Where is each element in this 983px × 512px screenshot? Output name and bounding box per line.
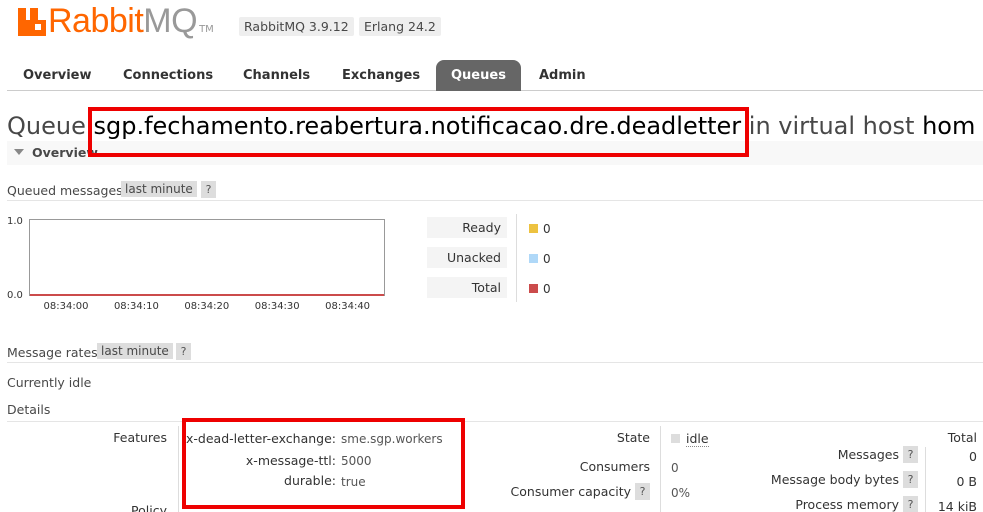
state-label: State — [616, 430, 650, 445]
consumer-capacity-help[interactable]: ? — [635, 483, 650, 500]
title-mid: in virtual host — [741, 112, 923, 140]
stat-process-memory-value: 14 kiB — [937, 499, 977, 512]
chart-ytick: 0.0 — [7, 290, 23, 301]
stat-process-memory-label: Process memory — [795, 497, 899, 512]
total-swatch — [529, 284, 538, 293]
message-rates-status: Currently idle — [7, 375, 92, 390]
ready-swatch — [529, 224, 538, 233]
stat-process-memory-help[interactable]: ? — [903, 496, 918, 512]
queued-messages-chart: 1.0 0.0 08:34:00 08:34:10 08:34:20 08:34:30… — [7, 216, 385, 312]
highlight-box-queue-name — [88, 107, 749, 157]
stat-body-bytes-value: 0 B — [956, 474, 977, 489]
divider — [7, 421, 983, 422]
stat-body-bytes-help[interactable]: ? — [903, 471, 918, 488]
queued-messages-help[interactable]: ? — [201, 181, 216, 198]
divider — [7, 362, 983, 363]
chart-ytick: 1.0 — [7, 216, 23, 227]
chart-plot-area — [29, 219, 385, 296]
legend-separator — [516, 214, 517, 302]
tab-queues[interactable]: Queues — [436, 60, 521, 91]
stat-body-bytes-label: Message body bytes — [770, 472, 899, 487]
state-indicator-icon — [671, 434, 680, 443]
consumer-capacity-value: 0% — [671, 486, 691, 500]
policy-label: Policy — [131, 503, 167, 512]
main-nav-tabs: Overview Connections Channels Exchanges … — [7, 60, 983, 91]
ready-value: 0 — [543, 222, 551, 236]
rabbit-logo-icon — [18, 8, 46, 36]
total-value: 0 — [543, 282, 551, 296]
rabbitmq-version-badge: RabbitMQ 3.9.12 — [239, 17, 354, 36]
tab-exchanges[interactable]: Exchanges — [327, 60, 435, 91]
highlight-box-features — [182, 418, 465, 509]
vhost-name: hom — [922, 112, 976, 140]
tab-admin[interactable]: Admin — [524, 60, 601, 91]
queued-messages-range[interactable]: last minute — [121, 181, 197, 197]
tab-channels[interactable]: Channels — [228, 60, 325, 91]
divider — [7, 200, 983, 201]
features-label: Features — [113, 430, 167, 445]
legend-ready: Ready — [427, 217, 507, 238]
chart-xticks-group: 08:34:00 08:34:10 08:34:20 08:34:30 08:34:40 — [44, 301, 371, 312]
collapse-triangle-icon — [14, 149, 24, 155]
consumers-value: 0 — [671, 461, 679, 475]
stat-messages-label: Messages — [837, 447, 899, 462]
title-prefix: Queue — [7, 112, 94, 140]
total-column-header: Total — [947, 430, 977, 445]
column-separator — [925, 447, 926, 512]
unacked-value: 0 — [543, 252, 551, 266]
tab-connections[interactable]: Connections — [108, 60, 228, 91]
message-rates-help[interactable]: ? — [176, 343, 191, 360]
message-rates-range[interactable]: last minute — [97, 343, 173, 359]
unacked-swatch — [529, 254, 538, 263]
column-separator — [660, 426, 661, 512]
details-label: Details — [7, 402, 51, 417]
column-separator — [178, 426, 179, 512]
consumer-capacity-label: Consumer capacity — [510, 484, 631, 499]
chart-xtick-label: 08:34:30 — [255, 301, 300, 312]
logo-text-mq: MQ — [143, 2, 198, 40]
state-value: idle — [686, 431, 709, 447]
stat-messages-value: 0 — [969, 449, 977, 464]
chart-xtick-label: 08:34:40 — [325, 301, 370, 312]
logo-text-rabbit: Rabbit — [48, 2, 144, 40]
stat-messages-help[interactable]: ? — [903, 446, 918, 463]
legend-unacked: Unacked — [427, 247, 507, 268]
erlang-version-badge: Erlang 24.2 — [359, 17, 441, 36]
message-rates-label: Message rates — [7, 345, 98, 360]
rabbitmq-logo[interactable]: Rabbit MQ TM — [18, 2, 214, 40]
tab-overview[interactable]: Overview — [8, 60, 107, 91]
consumers-label: Consumers — [579, 459, 650, 474]
legend-total: Total — [427, 277, 507, 298]
chart-xtick-label: 08:34:20 — [184, 301, 229, 312]
chart-xtick-label: 08:34:10 — [114, 301, 159, 312]
queued-messages-label: Queued messages — [7, 183, 123, 198]
logo-tm: TM — [199, 24, 214, 35]
chart-xtick-label: 08:34:00 — [44, 301, 89, 312]
